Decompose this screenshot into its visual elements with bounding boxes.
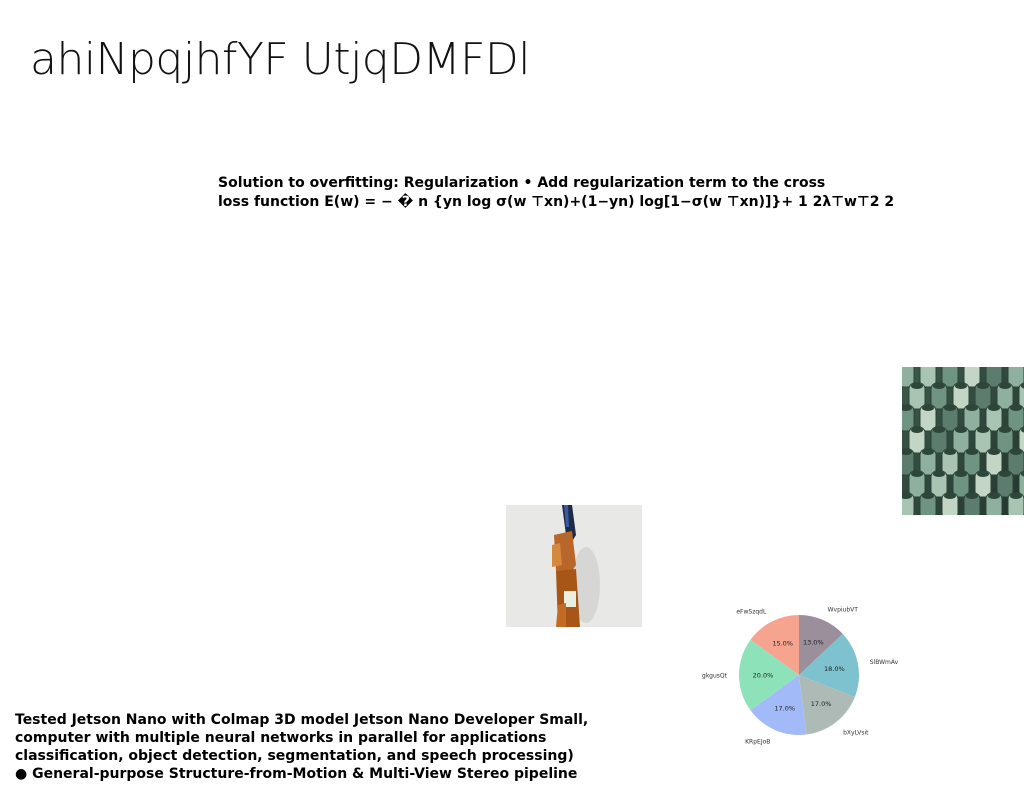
tube-opening xyxy=(977,427,989,433)
slide-title: ahiNpqjhfYF UtjqDMFDl xyxy=(30,34,531,85)
tube-opening xyxy=(966,493,978,499)
tube-opening xyxy=(944,405,956,411)
tube-opening xyxy=(911,427,923,433)
dressed-figure-image xyxy=(506,505,642,627)
green-tubes-graphic xyxy=(902,367,1024,515)
tube-opening xyxy=(955,383,967,389)
pie-chart: 13.0% WvpiubVT 18.0% SlBWmAv 17.0% bXyLVsit 17… xyxy=(700,585,900,765)
pie-pct-label: 15.0% xyxy=(772,639,793,647)
tube-opening xyxy=(922,405,934,411)
pie-pct-label: 13.0% xyxy=(803,638,824,646)
pie-category-label: bXyLVsit xyxy=(843,729,869,736)
pie-category-label: eFwSzqdL xyxy=(736,608,767,615)
body-line-3: classification, object detection, segmen… xyxy=(15,748,574,764)
pie-category-label: gkgusQt xyxy=(702,673,728,680)
pie-pct-label: 17.0% xyxy=(811,700,832,708)
tube-opening xyxy=(999,427,1011,433)
figure-graphic xyxy=(506,505,642,627)
formula-block: Solution to overfitting: Regularization … xyxy=(218,174,908,212)
tube-opening xyxy=(1010,493,1022,499)
tube-opening xyxy=(955,427,967,433)
pie-category-label: WvpiubVT xyxy=(828,606,859,613)
tube-opening xyxy=(966,449,978,455)
tube-opening xyxy=(933,471,945,477)
green-tubes-image xyxy=(902,367,1024,515)
tube-opening xyxy=(911,471,923,477)
tube-opening xyxy=(999,383,1011,389)
body-line-2: computer with multiple neural networks i… xyxy=(15,730,547,746)
tube-opening xyxy=(933,427,945,433)
tube-opening xyxy=(944,449,956,455)
tube-opening xyxy=(944,493,956,499)
pie-category-label: KRpEJoB xyxy=(745,739,770,746)
body-line-4: ● General-purpose Structure-from-Motion … xyxy=(15,766,578,782)
tube-opening xyxy=(911,383,923,389)
tube-opening xyxy=(977,471,989,477)
tube-opening xyxy=(988,405,1000,411)
page: { "slide": { "title": "ahiNpqjhfYF UtjqD… xyxy=(0,0,1024,788)
tube-opening xyxy=(988,493,1000,499)
pie-chart-svg: 13.0% WvpiubVT 18.0% SlBWmAv 17.0% bXyLVsit 17… xyxy=(702,606,899,746)
pie-pct-label: 17.0% xyxy=(774,705,795,713)
tube-opening xyxy=(922,493,934,499)
pie-pct-label: 18.0% xyxy=(824,665,845,673)
tube-opening xyxy=(922,449,934,455)
formula-line-2: loss function E(w) = − � n {yn log σ(w ⊤… xyxy=(218,194,895,210)
tube-opening xyxy=(988,449,1000,455)
tube-opening xyxy=(977,383,989,389)
tube-opening xyxy=(999,471,1011,477)
tube-opening xyxy=(1010,405,1022,411)
formula-line-1: Solution to overfitting: Regularization … xyxy=(218,175,826,191)
body-line-1: Tested Jetson Nano with Colmap 3D model … xyxy=(15,712,589,728)
pie-category-label: SlBWmAv xyxy=(870,659,899,666)
tube-opening xyxy=(966,405,978,411)
tube-opening xyxy=(955,471,967,477)
body-text-block: Tested Jetson Nano with Colmap 3D model … xyxy=(15,711,635,783)
tube-opening xyxy=(1010,449,1022,455)
tube-opening xyxy=(933,383,945,389)
pie-pct-label: 20.0% xyxy=(753,672,774,680)
